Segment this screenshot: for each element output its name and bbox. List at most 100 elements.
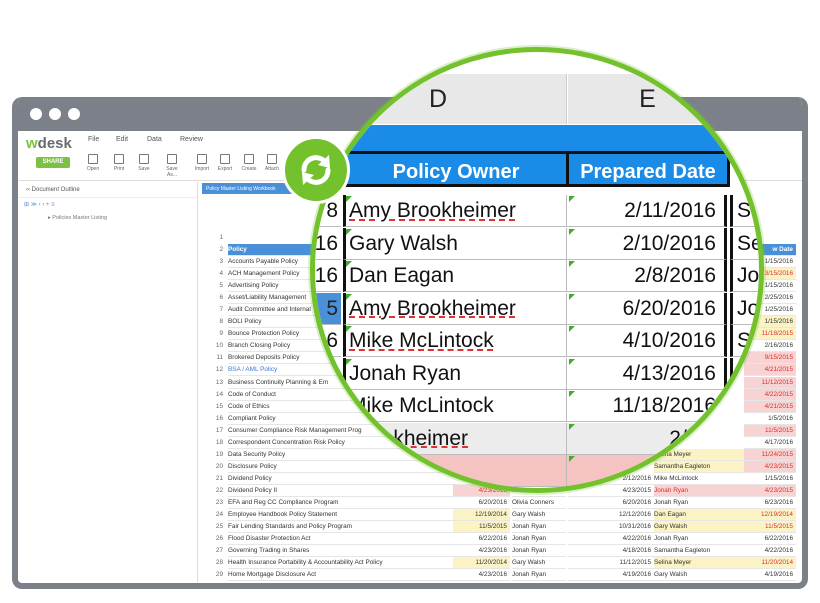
export-button[interactable]: Export bbox=[216, 154, 234, 172]
cell-reviewer[interactable]: Gary Walsh bbox=[654, 521, 744, 534]
cell-policy-owner[interactable]: Dan Eagan bbox=[343, 260, 567, 292]
row-number: 22 bbox=[202, 484, 226, 497]
import-button[interactable]: Import bbox=[193, 154, 211, 172]
cell-review-date[interactable]: 6/23/2016 bbox=[744, 497, 796, 509]
table-row: 29 Home Mortgage Disclosure Act 4/23/2016 J… bbox=[202, 569, 798, 582]
cell-review-date[interactable]: 12/19/2014 bbox=[744, 509, 796, 522]
cell-next-column[interactable]: Se bbox=[730, 227, 759, 260]
cell-policy-owner[interactable]: Jonah Ryan bbox=[343, 357, 567, 390]
cell-reviewer[interactable]: Selina Meyer bbox=[654, 557, 744, 570]
outline-toolbar[interactable]: ⊞ ≫ ‹ › + ≡ bbox=[18, 198, 197, 212]
cell-reviewer[interactable]: Gary Walsh bbox=[654, 569, 744, 582]
cell-next-column[interactable] bbox=[730, 422, 759, 455]
cell-date[interactable]: 12/19/2014 bbox=[453, 509, 510, 522]
menu-review[interactable]: Review bbox=[180, 136, 203, 143]
cell-prepared-date[interactable]: 2/11/2016 bbox=[567, 195, 727, 227]
create-button[interactable]: Create bbox=[240, 154, 258, 172]
table-row: 25 Fair Lending Standards and Policy Prog… bbox=[202, 521, 798, 534]
cell-prepared-date[interactable]: 2/10/2016 bbox=[567, 227, 727, 260]
cell-next-column[interactable]: Se bbox=[730, 195, 759, 227]
cell-date[interactable]: 6/22/2016 bbox=[453, 533, 510, 546]
cell-next-column[interactable] bbox=[730, 455, 759, 487]
cell-policy[interactable]: Fair Lending Standards and Policy Progra… bbox=[228, 521, 453, 534]
cell-review-date[interactable]: 11/5/2015 bbox=[744, 521, 796, 534]
cell-policy-owner[interactable]: Mike McLintock bbox=[343, 325, 567, 357]
cell-prepared-date[interactable]: 4/18/2016 bbox=[568, 545, 654, 558]
cell-prepared-date[interactable]: 2/2/2 bbox=[567, 422, 727, 455]
cell-marker-icon bbox=[569, 456, 575, 462]
cell-review-date[interactable]: 6/22/2016 bbox=[744, 533, 796, 546]
cell-prepared-date[interactable]: 12/12/2016 bbox=[568, 509, 654, 522]
cell-next-column[interactable]: S bbox=[730, 325, 759, 357]
sync-badge[interactable] bbox=[282, 136, 350, 204]
cell-policy[interactable]: Employee Handbook Policy Statement bbox=[228, 509, 453, 522]
cell-review-date[interactable]: 11/20/2014 bbox=[744, 557, 796, 570]
cell-owner[interactable]: Olivia Conners bbox=[512, 497, 566, 509]
menu-file[interactable]: File bbox=[88, 136, 99, 143]
cell-policy-owner[interactable]: Amy Brookheimer bbox=[343, 195, 567, 227]
menu-edit[interactable]: Edit bbox=[116, 136, 128, 143]
window-maximize-dot[interactable] bbox=[68, 108, 80, 120]
cell-marker-icon bbox=[346, 423, 352, 430]
cell-review-date[interactable]: 4/22/2016 bbox=[744, 545, 796, 558]
cell-next-column[interactable]: Jo bbox=[730, 260, 759, 292]
cell-policy[interactable]: Health Insurance Portability & Accountab… bbox=[228, 557, 453, 570]
cell-prepared-date[interactable]: 4/13/2016 bbox=[567, 357, 727, 390]
cell-owner[interactable]: Gary Walsh bbox=[512, 557, 566, 570]
cell-reviewer[interactable]: Dan Eagan bbox=[654, 509, 744, 522]
cell-date[interactable]: 4/23/2016 bbox=[453, 569, 510, 582]
cell-date[interactable]: 4/23/2016 bbox=[453, 545, 510, 558]
cell-prepared-date[interactable]: 9/ bbox=[567, 455, 727, 487]
cell-owner[interactable]: Gary Walsh bbox=[512, 509, 566, 522]
row-number: 12 bbox=[202, 364, 226, 377]
cell-owner[interactable]: Jonah Ryan bbox=[512, 521, 566, 534]
open-button[interactable]: Open bbox=[84, 154, 102, 172]
cell-next-column[interactable] bbox=[730, 357, 759, 390]
cell-policy-owner[interactable]: Brookheimer bbox=[343, 422, 567, 455]
save-button[interactable]: Save bbox=[135, 154, 153, 172]
cell-next-column[interactable] bbox=[730, 390, 759, 422]
cell-date[interactable]: 11/20/2014 bbox=[453, 557, 510, 570]
cell-reviewer[interactable]: Samantha Eagleton bbox=[654, 545, 744, 558]
cell-date[interactable]: 6/20/2016 bbox=[453, 497, 510, 509]
cell-policy-owner[interactable]: Gary Walsh bbox=[343, 227, 567, 260]
cell-prepared-date[interactable]: 4/10/2016 bbox=[567, 325, 727, 357]
column-header-d: D bbox=[315, 74, 567, 124]
row-number: 10 bbox=[202, 340, 226, 353]
document-outline-panel: ‹‹ Document Outline ⊞ ≫ ‹ › + ≡ ▸ Polici… bbox=[18, 182, 198, 582]
cell-owner[interactable]: Jonah Ryan bbox=[512, 533, 566, 546]
cell-prepared-date[interactable]: 2/8/2016 bbox=[567, 260, 727, 292]
cell-owner[interactable]: Jonah Ryan bbox=[512, 569, 566, 582]
window-close-dot[interactable] bbox=[30, 108, 42, 120]
cell-owner[interactable]: Jonah Ryan bbox=[512, 545, 566, 558]
cell-policy[interactable]: Flood Disaster Protection Act bbox=[228, 533, 453, 546]
cell-reviewer[interactable]: Jonah Ryan bbox=[654, 533, 744, 546]
row-number: 18 bbox=[202, 436, 226, 449]
cell-next-column[interactable]: Jo bbox=[730, 292, 759, 325]
save-icon bbox=[139, 154, 149, 164]
cell-policy-owner[interactable]: Mike McLintock bbox=[343, 390, 567, 422]
cell-policy[interactable]: EFA and Reg CC Compliance Program bbox=[228, 497, 453, 509]
attach-button[interactable]: Attach bbox=[263, 154, 281, 172]
cell-date[interactable]: 11/5/2015 bbox=[453, 521, 510, 534]
cell-policy-owner[interactable]: intock bbox=[343, 455, 567, 487]
cell-reviewer[interactable]: Jonah Ryan bbox=[654, 497, 744, 509]
save-as-button[interactable]: Save As... bbox=[163, 154, 181, 178]
cell-marker-icon bbox=[569, 261, 575, 267]
menu-data[interactable]: Data bbox=[147, 136, 162, 143]
outline-item-policies[interactable]: ▸ Policies Master Listing bbox=[18, 212, 197, 221]
cell-prepared-date[interactable]: 4/22/2016 bbox=[568, 533, 654, 546]
cell-prepared-date[interactable]: 6/20/2016 bbox=[567, 292, 727, 325]
cell-policy[interactable]: Governing Trading in Shares bbox=[228, 545, 453, 558]
cell-policy-owner[interactable]: Amy Brookheimer bbox=[343, 292, 567, 325]
cell-prepared-date[interactable]: 11/18/2016 bbox=[567, 390, 727, 422]
cell-prepared-date[interactable]: 11/12/2015 bbox=[568, 557, 654, 570]
cell-prepared-date[interactable]: 6/20/2016 bbox=[568, 497, 654, 509]
cell-review-date[interactable]: 4/19/2016 bbox=[744, 569, 796, 582]
cell-prepared-date[interactable]: 4/19/2016 bbox=[568, 569, 654, 582]
share-button[interactable]: SHARE bbox=[36, 157, 70, 168]
cell-policy[interactable]: Home Mortgage Disclosure Act bbox=[228, 569, 453, 582]
window-minimize-dot[interactable] bbox=[49, 108, 61, 120]
print-button[interactable]: Print bbox=[110, 154, 128, 172]
cell-prepared-date[interactable]: 10/31/2016 bbox=[568, 521, 654, 534]
